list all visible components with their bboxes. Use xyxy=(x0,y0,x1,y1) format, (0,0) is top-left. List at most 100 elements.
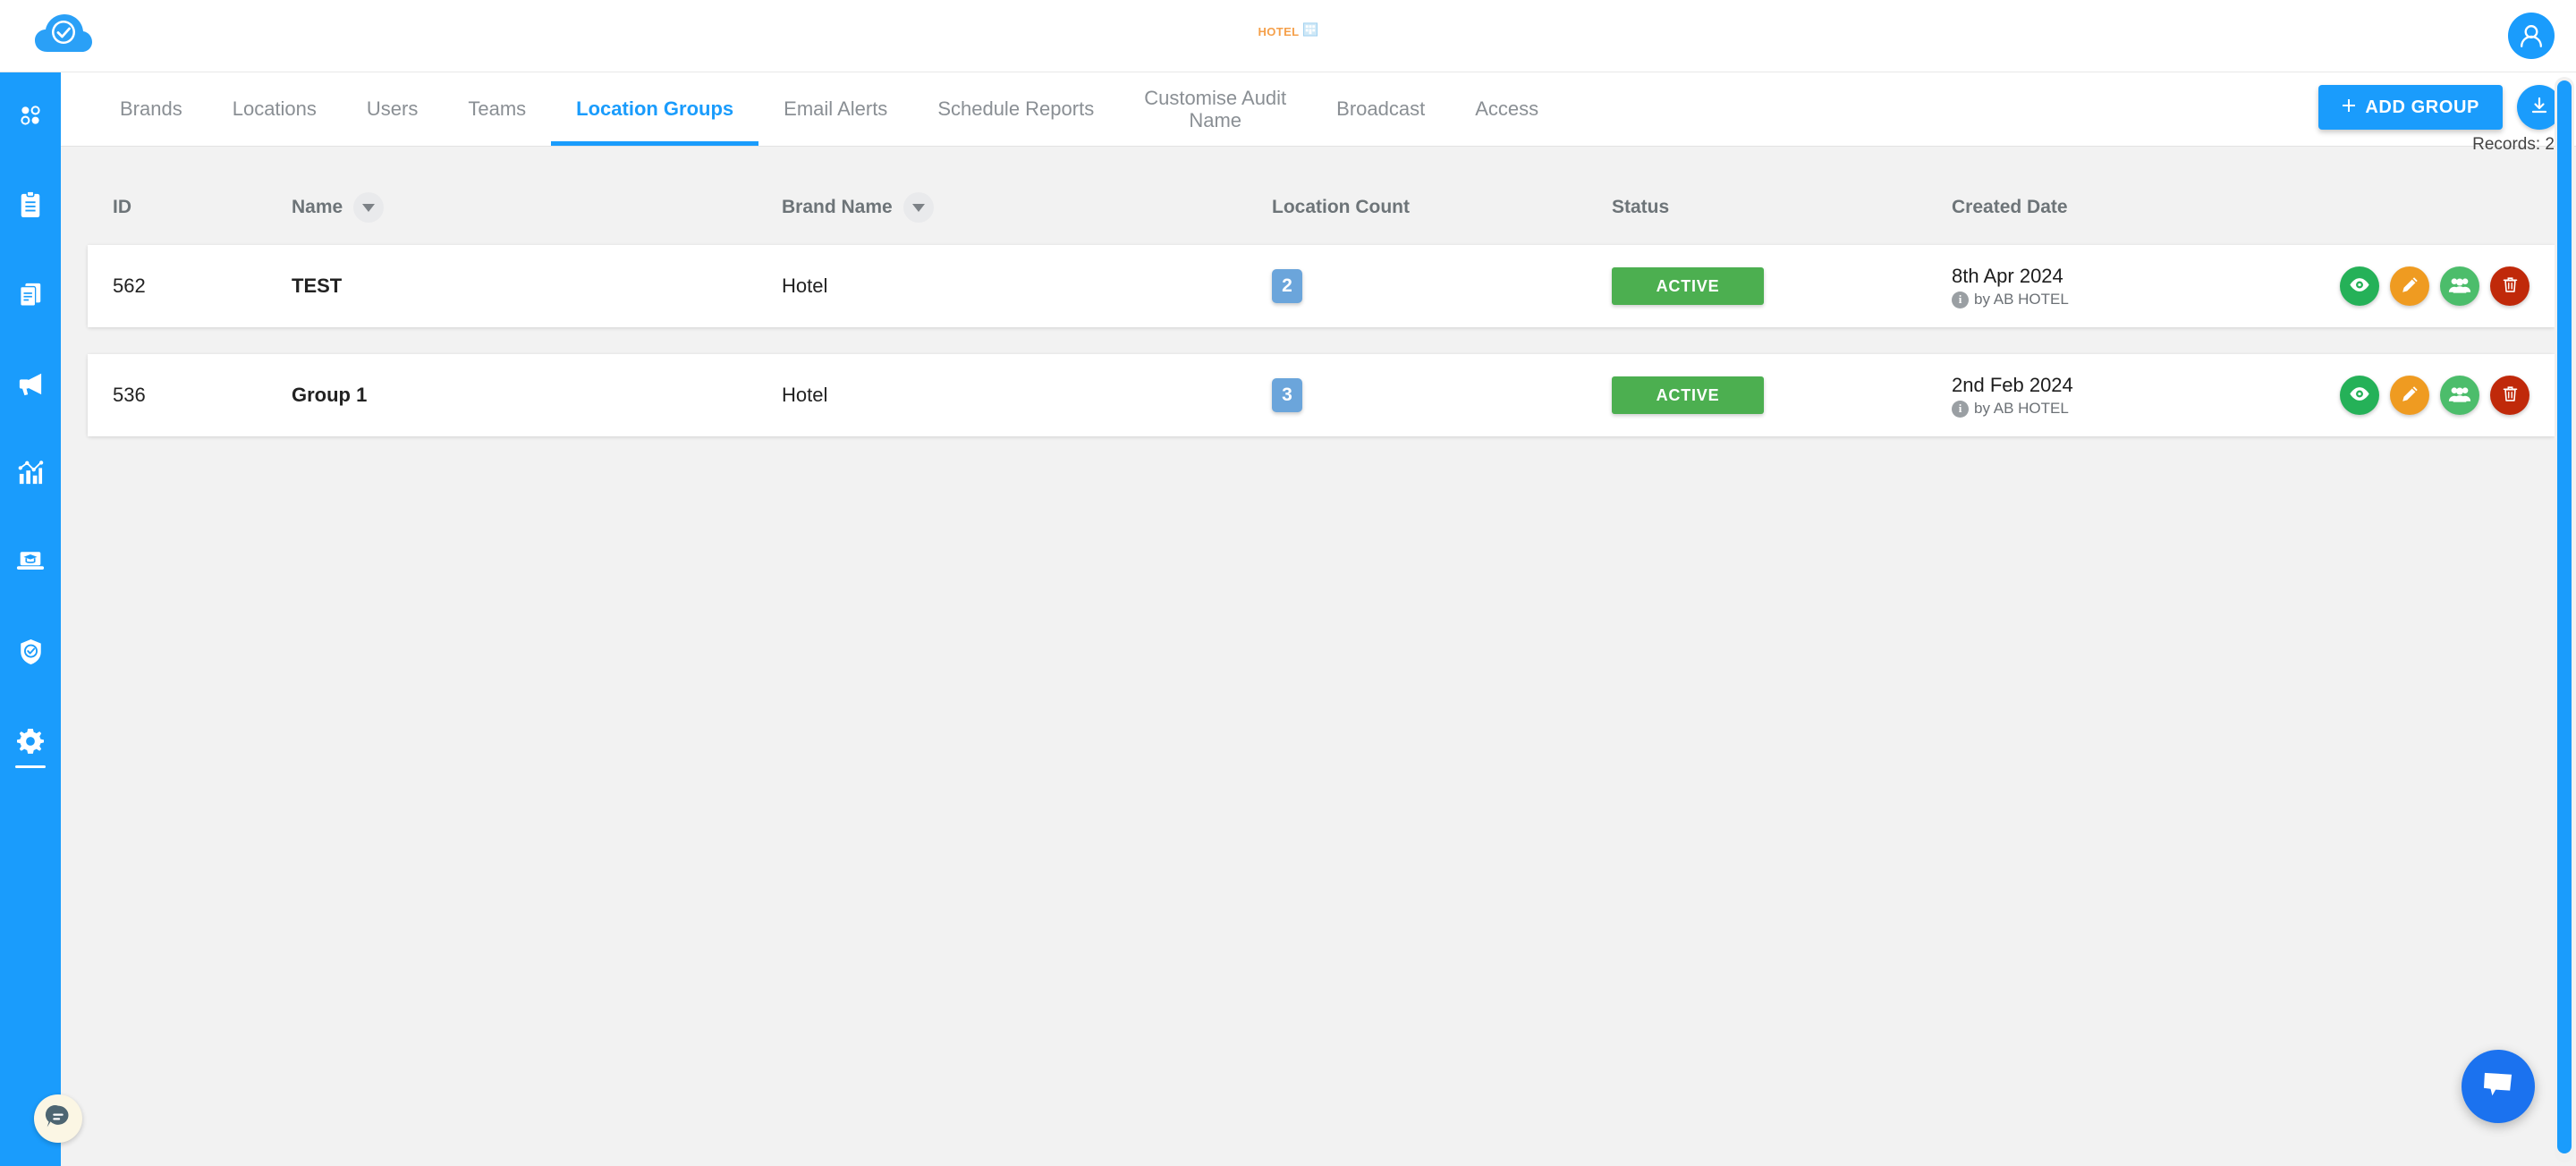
tab-label: Schedule Reports xyxy=(937,97,1095,121)
megaphone-icon xyxy=(16,371,45,401)
row-actions xyxy=(2336,266,2529,306)
delete-button[interactable] xyxy=(2490,266,2529,306)
add-group-button[interactable]: ADD GROUP xyxy=(2318,85,2503,130)
trash-icon xyxy=(2501,384,2520,406)
created-by-label: by AB HOTEL xyxy=(1974,400,2069,418)
tab-label: Brands xyxy=(120,97,182,121)
records-count: Records: 2 xyxy=(2472,135,2555,154)
cell-status: ACTIVE xyxy=(1612,267,1952,305)
chat-bubble-icon xyxy=(2481,1070,2515,1103)
column-label: Name xyxy=(292,197,343,217)
cell-brand-name: Hotel xyxy=(782,275,828,297)
status-badge[interactable]: ACTIVE xyxy=(1612,267,1764,305)
cell-created-date: 2nd Feb 2024 i by AB HOTEL xyxy=(1952,373,2336,418)
cell-location-count: 3 xyxy=(1272,378,1612,412)
help-chat-button[interactable] xyxy=(34,1094,82,1143)
eye-icon xyxy=(2349,386,2370,404)
column-label: Brand Name xyxy=(782,197,893,217)
edit-button[interactable] xyxy=(2390,376,2429,415)
created-by: i by AB HOTEL xyxy=(1952,291,2336,308)
sidebar-item-broadcast[interactable] xyxy=(0,341,61,430)
user-avatar-icon[interactable] xyxy=(2508,13,2555,59)
cell-brand-name: Hotel xyxy=(782,384,828,406)
cell-created-date: 8th Apr 2024 i by AB HOTEL xyxy=(1952,264,2336,309)
tab-access[interactable]: Access xyxy=(1450,72,1563,146)
name-filter-button[interactable] xyxy=(353,192,385,223)
tab-broadcast[interactable]: Broadcast xyxy=(1311,72,1450,146)
center-hotel-logo: HOTEL xyxy=(1258,21,1318,41)
sidebar-item-reports[interactable] xyxy=(0,251,61,341)
page-content: Brands Locations Users Teams Location Gr… xyxy=(61,72,2576,1166)
cloud-check-icon[interactable] xyxy=(34,9,93,63)
tab-label: Locations xyxy=(232,97,317,121)
chevron-down-icon xyxy=(362,203,376,212)
column-header-location-count: Location Count xyxy=(1272,197,1612,218)
tab-label: Broadcast xyxy=(1336,97,1426,121)
view-button[interactable] xyxy=(2340,266,2379,306)
building-icon xyxy=(1303,21,1318,41)
column-header-id: ID xyxy=(113,197,292,218)
sidebar-item-audits[interactable] xyxy=(0,162,61,251)
column-label: Status xyxy=(1612,197,1670,217)
manage-locations-button[interactable] xyxy=(2440,376,2479,415)
sidebar-item-elearning[interactable] xyxy=(0,520,61,609)
center-logo-text: HOTEL xyxy=(1258,24,1300,38)
analytics-chart-icon xyxy=(17,460,44,490)
view-button[interactable] xyxy=(2340,376,2379,415)
tab-label: Customise Audit Name xyxy=(1144,86,1287,131)
created-by: i by AB HOTEL xyxy=(1952,400,2336,418)
column-label: Location Count xyxy=(1272,197,1410,217)
tab-customise-audit-name[interactable]: Customise Audit Name xyxy=(1119,72,1311,146)
chat-button[interactable] xyxy=(2462,1050,2535,1123)
info-icon: i xyxy=(1952,400,1969,418)
column-header-name: Name xyxy=(292,192,782,223)
pencil-icon xyxy=(2400,275,2419,298)
column-label: ID xyxy=(113,197,131,217)
delete-button[interactable] xyxy=(2490,376,2529,415)
sidebar-item-settings[interactable] xyxy=(0,698,61,788)
tab-teams[interactable]: Teams xyxy=(443,72,551,146)
tab-locations[interactable]: Locations xyxy=(208,72,342,146)
eye-icon xyxy=(2349,277,2370,295)
cell-status: ACTIVE xyxy=(1612,376,1952,414)
cell-name: TEST xyxy=(292,275,343,297)
tab-label: Email Alerts xyxy=(784,97,888,121)
vertical-scrollbar[interactable] xyxy=(2555,77,2574,1162)
sidebar-item-compliance[interactable] xyxy=(0,609,61,698)
edit-button[interactable] xyxy=(2390,266,2429,306)
table-row[interactable]: 562 TEST Hotel 2 ACTIVE 8th Apr 2024 i b… xyxy=(88,245,2555,327)
documents-icon xyxy=(17,281,44,312)
column-header-created-date: Created Date xyxy=(1952,197,2336,218)
dashboard-dots-icon xyxy=(18,103,43,132)
status-badge[interactable]: ACTIVE xyxy=(1612,376,1764,414)
tab-brands[interactable]: Brands xyxy=(95,72,208,146)
scrollbar-thumb[interactable] xyxy=(2557,80,2572,1153)
tab-schedule-reports[interactable]: Schedule Reports xyxy=(912,72,1119,146)
download-icon xyxy=(2529,96,2550,120)
manage-locations-button[interactable] xyxy=(2440,266,2479,306)
table-row[interactable]: 536 Group 1 Hotel 3 ACTIVE 2nd Feb 2024 … xyxy=(88,354,2555,436)
tab-email-alerts[interactable]: Email Alerts xyxy=(758,72,912,146)
brand-name-filter-button[interactable] xyxy=(902,192,934,223)
pencil-icon xyxy=(2400,384,2419,407)
created-date-value: 2nd Feb 2024 xyxy=(1952,373,2073,396)
location-count-badge[interactable]: 2 xyxy=(1272,269,1302,303)
users-group-icon xyxy=(2448,385,2471,406)
top-bar: HOTEL xyxy=(0,0,2576,72)
sidebar-item-dashboard[interactable] xyxy=(0,72,61,162)
tab-label: Access xyxy=(1475,97,1539,121)
info-icon: i xyxy=(1952,291,1969,308)
column-header-brand-name: Brand Name xyxy=(782,192,1272,223)
row-actions xyxy=(2336,376,2529,415)
help-chat-icon xyxy=(45,1103,72,1135)
tab-users[interactable]: Users xyxy=(342,72,443,146)
location-count-badge[interactable]: 3 xyxy=(1272,378,1302,412)
location-groups-table: ID Name Brand Name Location Count Status… xyxy=(61,147,2576,436)
trash-icon xyxy=(2501,275,2520,297)
cell-name: Group 1 xyxy=(292,384,368,406)
sidebar-item-analytics[interactable] xyxy=(0,430,61,520)
tab-location-groups[interactable]: Location Groups xyxy=(551,72,759,146)
gear-icon xyxy=(16,728,45,759)
cell-id: 562 xyxy=(113,275,146,297)
column-label: Created Date xyxy=(1952,197,2068,217)
